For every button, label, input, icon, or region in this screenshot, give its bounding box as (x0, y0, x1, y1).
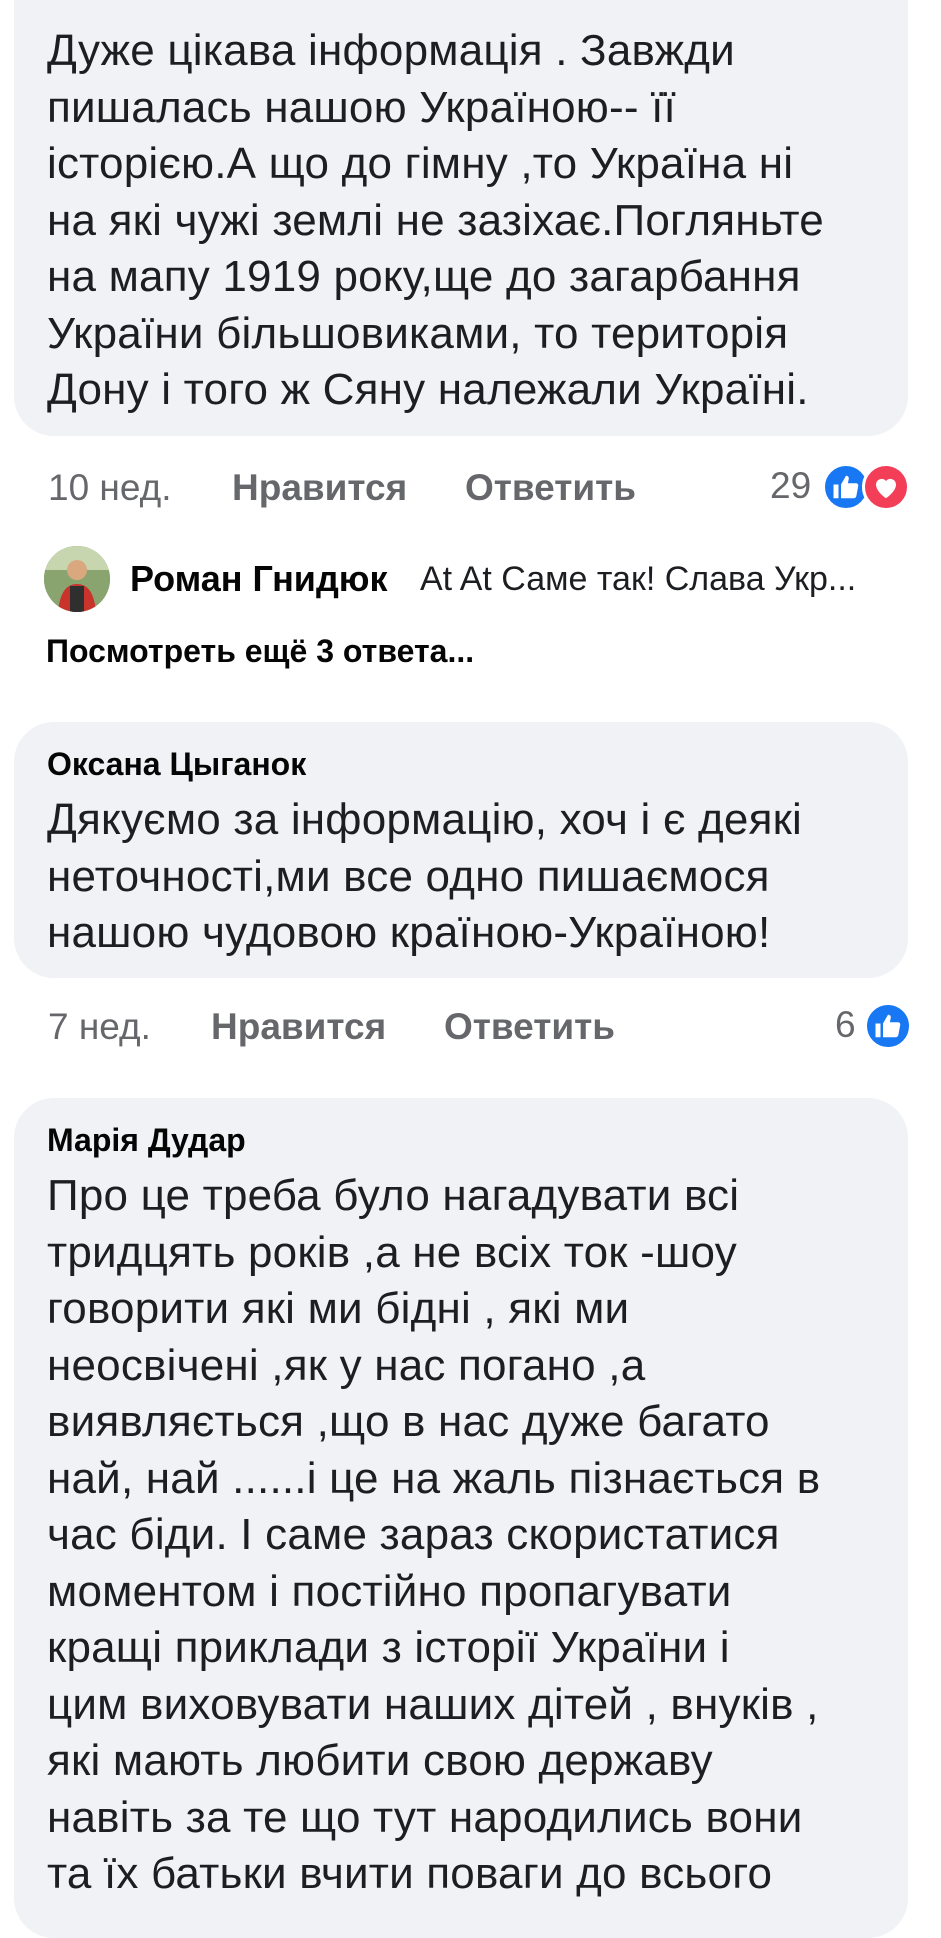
comment-time[interactable]: 7 нед. (48, 1007, 151, 1047)
comment-line: цим виховувати наших дітей , внуків , (47, 1679, 819, 1729)
reply-button[interactable]: Ответить (444, 1007, 615, 1047)
comment-bubble-1: Дуже цікава інформація . Завжди пишалась… (14, 0, 908, 436)
comment-line: моментом і постійно пропагувати (47, 1566, 732, 1616)
comment-line: Про це треба було нагадувати всі (47, 1171, 740, 1220)
comment-1-actions: 10 нед. Нравится Ответить 29 (0, 458, 941, 518)
comment-line: навіть за те що тут народились вони (47, 1792, 803, 1842)
comment-line: Дону і того ж Сяну належали Україні. (47, 365, 809, 414)
comment-line: кращі приклади з історії України і (47, 1623, 730, 1672)
comment-line: на які чужі землі не зазіхає.Погляньте (47, 195, 824, 245)
comment-author[interactable]: Оксана Цыганок (47, 744, 908, 784)
comment-line: неточності,ми все одно пишаємося (47, 851, 770, 901)
comment-line: най, най ......і це на жаль пізнається в (47, 1453, 821, 1503)
reply-snippet[interactable]: At At Саме так! Слава Укр... (420, 560, 856, 599)
comment-line: Дякуємо за інформацію, хоч і є деякі (47, 795, 803, 844)
comment-2-text: Дякуємо за інформацію, хоч і є деякі нет… (47, 792, 908, 962)
comment-1-text: Дуже цікава інформація . Завжди пишалась… (47, 23, 908, 419)
comment-line: виявляється ,що в нас дуже багато (47, 1397, 770, 1446)
reply-author[interactable]: Роман Гнидюк (130, 558, 388, 600)
comment-line: та їх батьки вчити поваги до всього (47, 1849, 773, 1898)
avatar[interactable] (44, 546, 110, 612)
comment-3-text: Про це треба було нагадувати всі тридцят… (47, 1168, 908, 1903)
reaction-count[interactable]: 6 (835, 1005, 856, 1045)
like-icon[interactable] (864, 1002, 912, 1050)
comment-2-actions: 7 нед. Нравится Ответить 6 (0, 997, 941, 1057)
comment-line: на мапу 1919 року,ще до загарбання (47, 252, 801, 301)
comment-line: нашою чудовою країною-Україною! (47, 908, 771, 957)
comment-line: неосвічені ,як у нас погано ,а (47, 1340, 646, 1390)
love-icon[interactable] (862, 463, 910, 511)
comment-line: тридцять років ,а не всіх ток -шоу (47, 1227, 737, 1277)
comment-line: пишалась нашою Україною-- її (47, 82, 676, 132)
comment-line: історією.А що до гімну ,то Україна ні (47, 139, 794, 188)
comment-time[interactable]: 10 нед. (48, 468, 172, 508)
comment-author[interactable]: Марія Дудар (47, 1120, 908, 1160)
comment-line: які мають любити свою державу (47, 1736, 713, 1785)
comment-bubble-2: Оксана Цыганок Дякуємо за інформацію, хо… (14, 722, 908, 978)
comment-line: Дуже цікава інформація . Завжди (47, 26, 735, 75)
comment-line: говорити які ми бідні , які ми (47, 1284, 630, 1333)
comment-line: України більшовиками, то територія (47, 308, 789, 358)
reply-preview[interactable]: Роман Гнидюк At At Саме так! Слава Укр..… (44, 546, 904, 616)
like-button[interactable]: Нравится (211, 1007, 386, 1047)
comment-line: час біди. І саме зараз скористатися (47, 1510, 780, 1559)
comment-bubble-3: Марія Дудар Про це треба було нагадувати… (14, 1098, 908, 1938)
view-more-replies-link[interactable]: Посмотреть ещё 3 ответа... (46, 633, 474, 670)
reaction-count[interactable]: 29 (770, 466, 811, 506)
like-button[interactable]: Нравится (232, 468, 407, 508)
reply-button[interactable]: Ответить (465, 468, 636, 508)
